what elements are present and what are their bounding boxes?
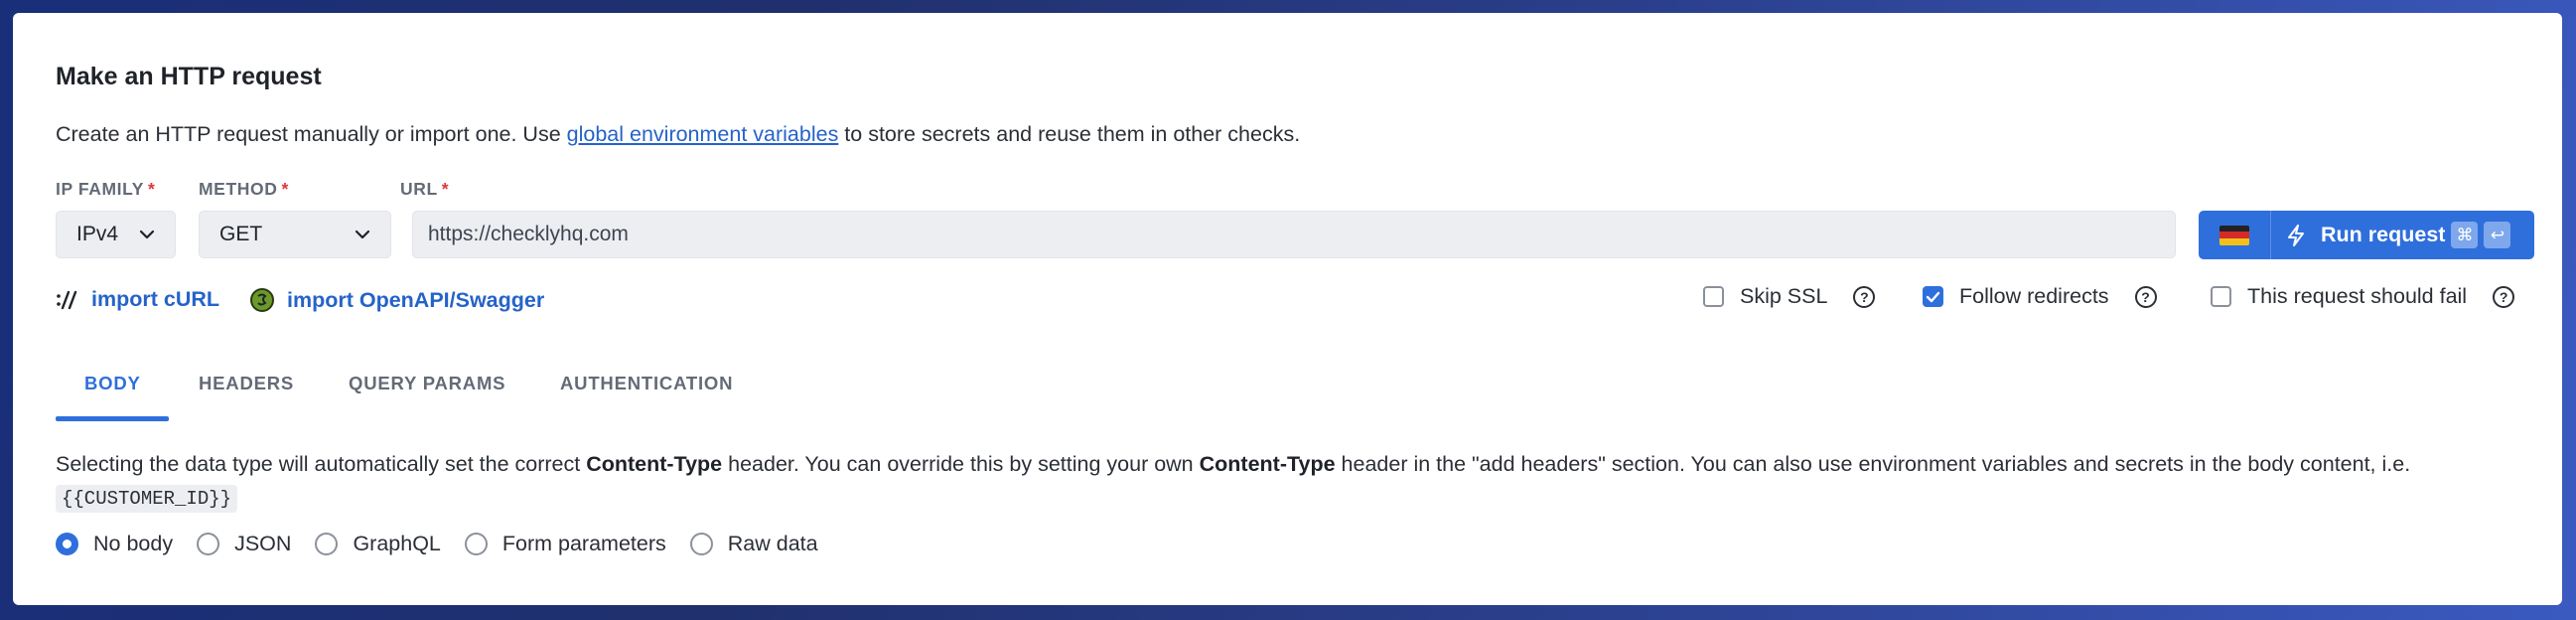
method-label: METHOD *: [199, 179, 289, 199]
help-icon[interactable]: ?: [2134, 285, 2157, 308]
enter-key-badge: ↩: [2484, 222, 2511, 248]
radio-button[interactable]: [689, 533, 713, 555]
body-type-options: No body JSON GraphQL Form parameters Raw…: [56, 532, 842, 556]
import-curl-link[interactable]: import cURL: [56, 287, 219, 312]
radio-button[interactable]: [315, 533, 339, 555]
run-request-group: Run request ⌘ ↩: [2199, 211, 2534, 259]
body-description: Selecting the data type will automatical…: [56, 448, 2528, 514]
env-variables-link[interactable]: global environment variables: [567, 122, 839, 146]
radio-no-body[interactable]: No body: [56, 532, 173, 556]
customer-id-code: {{CUSTOMER_ID}}: [56, 485, 238, 513]
run-request-button[interactable]: Run request ⌘ ↩: [2271, 211, 2534, 259]
tab-query-params[interactable]: QUERY PARAMS: [349, 373, 505, 394]
ip-family-label: IP FAMILY *: [56, 179, 156, 199]
url-label: URL *: [400, 179, 450, 199]
help-icon[interactable]: ?: [2493, 285, 2515, 308]
ip-family-value: IPv4: [76, 223, 119, 245]
radio-form-parameters[interactable]: Form parameters: [464, 532, 666, 556]
import-openapi-link[interactable]: import OpenAPI/Swagger: [249, 287, 544, 313]
chevron-down-icon: [139, 230, 155, 239]
intro-before: Create an HTTP request manually or impor…: [56, 122, 567, 146]
import-openapi-label: import OpenAPI/Swagger: [287, 287, 545, 312]
command-key-badge: ⌘: [2451, 222, 2479, 248]
method-select[interactable]: GET: [199, 211, 391, 258]
panel-title: Make an HTTP request: [56, 63, 322, 90]
should-fail-option[interactable]: This request should fail ?: [2211, 284, 2515, 309]
skip-ssl-checkbox[interactable]: [1703, 286, 1724, 307]
curl-icon: [56, 289, 79, 311]
method-value: GET: [219, 223, 263, 245]
follow-redirects-option[interactable]: Follow redirects ?: [1923, 284, 2157, 309]
help-icon[interactable]: ?: [1853, 285, 1876, 308]
import-curl-label: import cURL: [91, 287, 219, 311]
required-marker: *: [281, 179, 289, 199]
tab-authentication[interactable]: AUTHENTICATION: [560, 373, 733, 394]
required-marker: *: [148, 179, 156, 199]
tab-body[interactable]: BODY: [84, 373, 141, 394]
run-request-label: Run request: [2321, 223, 2446, 246]
region-selector-button[interactable]: [2199, 211, 2271, 259]
radio-json[interactable]: JSON: [197, 532, 291, 556]
ip-family-select[interactable]: IPv4: [56, 211, 176, 258]
radio-graphql[interactable]: GraphQL: [315, 532, 441, 556]
follow-redirects-checkbox[interactable]: [1923, 286, 1943, 307]
should-fail-checkbox[interactable]: [2211, 286, 2231, 307]
skip-ssl-label: Skip SSL: [1740, 284, 1828, 308]
radio-raw-data[interactable]: Raw data: [689, 532, 818, 556]
active-tab-indicator: [56, 416, 169, 421]
intro-after: to store secrets and reuse them in other…: [838, 122, 1301, 146]
germany-flag-icon: [2219, 225, 2249, 245]
radio-button-selected[interactable]: [56, 533, 78, 555]
lightning-icon: [2288, 224, 2304, 246]
radio-button[interactable]: [197, 533, 220, 555]
url-input[interactable]: [412, 211, 2176, 258]
http-request-panel: Make an HTTP request Create an HTTP requ…: [13, 13, 2562, 605]
tab-headers[interactable]: HEADERS: [199, 373, 294, 394]
skip-ssl-option[interactable]: Skip SSL ?: [1703, 284, 1876, 309]
required-marker: *: [441, 179, 450, 199]
radio-button[interactable]: [464, 533, 488, 555]
chevron-down-icon: [355, 230, 370, 239]
should-fail-label: This request should fail: [2247, 284, 2468, 308]
swagger-icon: [249, 287, 275, 313]
checkmark-icon: [1926, 291, 1940, 302]
follow-redirects-label: Follow redirects: [1959, 284, 2109, 308]
intro-text: Create an HTTP request manually or impor…: [56, 122, 1300, 147]
